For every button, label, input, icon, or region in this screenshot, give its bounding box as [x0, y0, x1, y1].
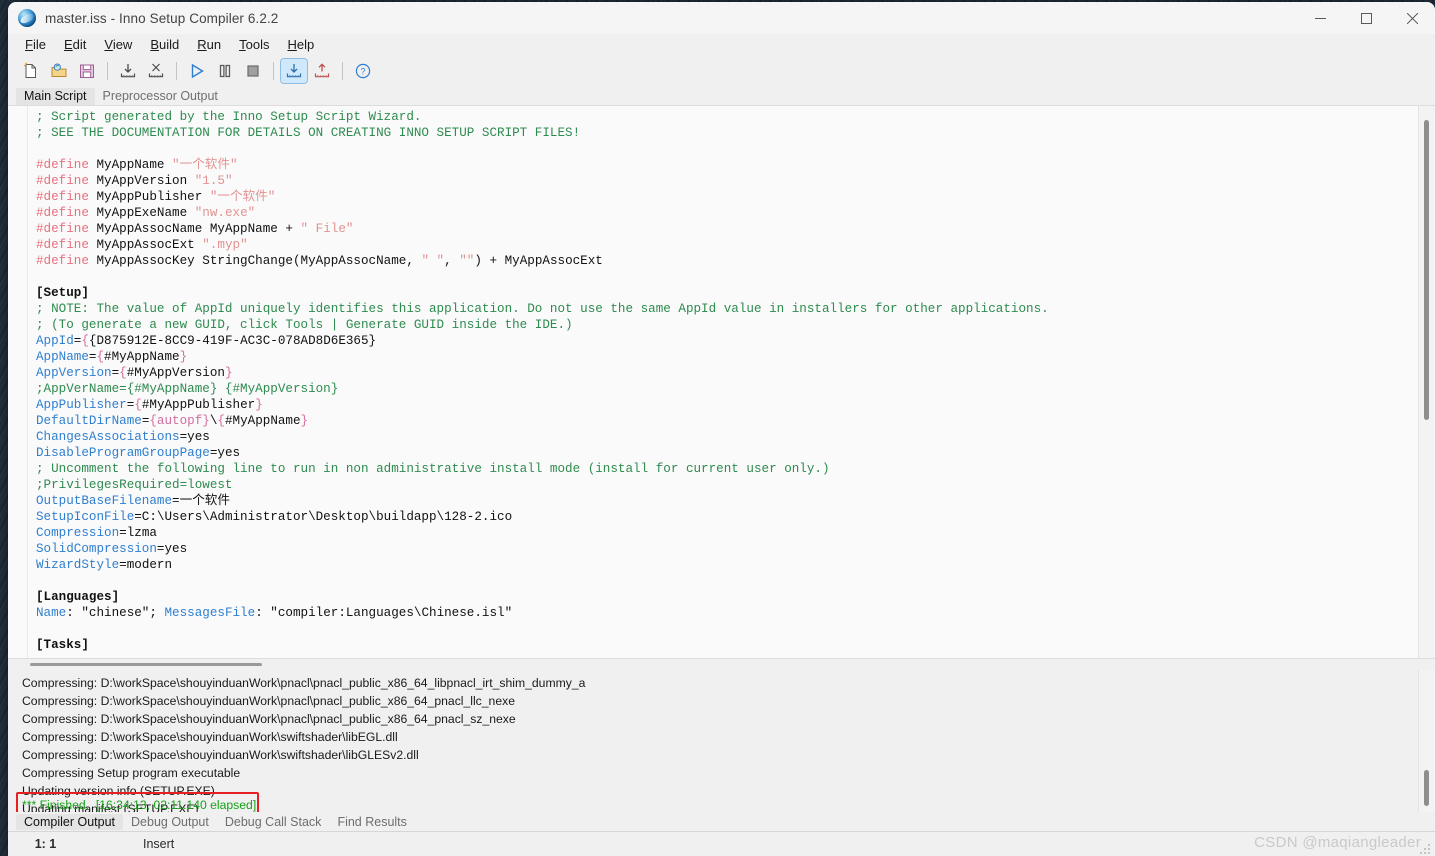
- menu-item-help[interactable]: Help: [278, 35, 323, 55]
- output-line: Compressing: D:\workSpace\shouyinduanWor…: [22, 748, 419, 762]
- stop-icon[interactable]: [240, 59, 266, 83]
- menu-bar: File Edit View Build Run Tools Help: [8, 34, 1435, 56]
- code-line: #define MyAppAssocName MyAppName + " Fil…: [36, 222, 354, 236]
- watermark-text: CSDN @maqiangleader: [1254, 834, 1421, 851]
- cursor-position: 1: 1: [34, 837, 57, 851]
- compiler-output-text: Compressing: D:\workSpace\shouyinduanWor…: [8, 670, 1435, 812]
- title-bar: master.iss - Inno Setup Compiler 6.2.2: [8, 2, 1435, 34]
- code-line: #define MyAppAssocExt ".myp": [36, 238, 248, 252]
- code-line: AppName={#MyAppName}: [36, 350, 188, 364]
- output-tab-debug-output[interactable]: Debug Output: [123, 814, 217, 830]
- output-tab-find-results[interactable]: Find Results: [329, 814, 414, 830]
- menu-item-tools[interactable]: Tools: [230, 35, 278, 55]
- code-line: [Languages]: [36, 590, 120, 604]
- window-controls: [1297, 2, 1435, 34]
- new-file-icon[interactable]: [18, 59, 44, 83]
- code-line: AppId={{D875912E-8CC9-419F-AC3C-078AD8D6…: [36, 334, 377, 348]
- editor-tab-preprocessor-output[interactable]: Preprocessor Output: [95, 88, 226, 105]
- menu-item-edit[interactable]: Edit: [55, 35, 95, 55]
- code-line: SolidCompression=yes: [36, 542, 188, 556]
- save-file-icon[interactable]: [74, 59, 100, 83]
- code-line: #define MyAppAssocKey StringChange(MyApp…: [36, 254, 603, 268]
- code-line: #define MyAppVersion "1.5": [36, 174, 233, 188]
- code-line: ; (To generate a new GUID, click Tools |…: [36, 318, 573, 332]
- output-line: Compressing: D:\workSpace\shouyinduanWor…: [22, 676, 586, 690]
- run-icon[interactable]: [184, 59, 210, 83]
- code-line: Compression=lzma: [36, 526, 157, 540]
- clear-icon[interactable]: [143, 59, 169, 83]
- code-line: ; Script generated by the Inno Setup Scr…: [36, 110, 422, 124]
- toolbar-separator: [342, 62, 343, 80]
- code-line: ; SEE THE DOCUMENTATION FOR DETAILS ON C…: [36, 126, 581, 140]
- menu-item-run[interactable]: Run: [188, 35, 230, 55]
- code-line: #define MyAppName "一个软件": [36, 158, 238, 172]
- editor-vertical-scrollbar[interactable]: [1418, 106, 1435, 658]
- output-vertical-scrollbar[interactable]: [1418, 670, 1435, 812]
- editor-code-area[interactable]: ; Script generated by the Inno Setup Scr…: [28, 106, 1435, 658]
- code-line: ; Uncomment the following line to run in…: [36, 462, 830, 476]
- script-editor[interactable]: ; Script generated by the Inno Setup Scr…: [8, 105, 1435, 658]
- toolbar-separator: [107, 62, 108, 80]
- close-icon[interactable]: [1389, 2, 1435, 34]
- code-line: Name: "chinese"; MessagesFile: "compiler…: [36, 606, 513, 620]
- output-tab-compiler-output[interactable]: Compiler Output: [16, 813, 124, 830]
- resize-grip-icon[interactable]: [1420, 842, 1432, 854]
- compiler-output-panel[interactable]: Compressing: D:\workSpace\shouyinduanWor…: [8, 670, 1435, 812]
- code-line: #define MyAppExeName "nw.exe": [36, 206, 256, 220]
- inno-setup-globe-icon: [18, 9, 36, 27]
- output-line: Compressing: D:\workSpace\shouyinduanWor…: [22, 730, 398, 744]
- code-line: OutputBaseFilename=一个软件: [36, 494, 230, 508]
- minimize-icon[interactable]: [1297, 2, 1343, 34]
- output-scrollbar-thumb[interactable]: [1424, 770, 1429, 806]
- code-line: AppPublisher={#MyAppPublisher}: [36, 398, 263, 412]
- compile-icon[interactable]: [280, 58, 308, 84]
- code-line: AppVersion={#MyAppVersion}: [36, 366, 233, 380]
- code-line: DisableProgramGroupPage=yes: [36, 446, 241, 460]
- maximize-icon[interactable]: [1343, 2, 1389, 34]
- menu-item-build[interactable]: Build: [141, 35, 188, 55]
- code-line: ;PrivilegesRequired=lowest: [36, 478, 233, 492]
- code-line: ;AppVerName={#MyAppName} {#MyAppVersion}: [36, 382, 339, 396]
- menu-item-view[interactable]: View: [95, 35, 141, 55]
- pause-icon[interactable]: [212, 59, 238, 83]
- code-line: ; NOTE: The value of AppId uniquely iden…: [36, 302, 1049, 316]
- panel-splitter[interactable]: [8, 658, 1435, 670]
- status-bar: 1: 1 Insert CSDN @maqiangleader: [8, 832, 1435, 856]
- output-line: Compressing: D:\workSpace\shouyinduanWor…: [22, 694, 515, 708]
- editor-scrollbar-thumb[interactable]: [1424, 120, 1429, 420]
- upload-icon[interactable]: [309, 59, 335, 83]
- code-line: DefaultDirName={autopf}\{#MyAppName}: [36, 414, 309, 428]
- splitter-grip[interactable]: [30, 663, 262, 666]
- insert-mode-indicator: Insert: [143, 837, 175, 851]
- output-tab-bar: Compiler Output Debug Output Debug Call St…: [8, 812, 1435, 832]
- help-icon[interactable]: ?: [350, 59, 376, 83]
- editor-tab-bar: Main Script Preprocessor Output: [8, 86, 1435, 105]
- code-line: WizardStyle=modern: [36, 558, 173, 572]
- toolbar-separator: [176, 62, 177, 80]
- window-title: master.iss - Inno Setup Compiler 6.2.2: [45, 10, 279, 26]
- editor-gutter: [8, 106, 28, 658]
- menu-item-file[interactable]: File: [16, 35, 55, 55]
- output-line: Compressing: D:\workSpace\shouyinduanWor…: [22, 712, 516, 726]
- toolbar-separator: [273, 62, 274, 80]
- code-line: [Tasks]: [36, 638, 89, 652]
- toolbar: ?: [8, 56, 1435, 86]
- code-line: ChangesAssociations=yes: [36, 430, 210, 444]
- finished-highlight-box: [16, 792, 259, 812]
- code-line: #define MyAppPublisher "一个软件": [36, 190, 276, 204]
- output-tab-debug-call-stack[interactable]: Debug Call Stack: [217, 814, 330, 830]
- svg-text:?: ?: [360, 66, 365, 76]
- editor-tab-main-script[interactable]: Main Script: [16, 88, 95, 105]
- open-file-icon[interactable]: [46, 59, 72, 83]
- application-window: master.iss - Inno Setup Compiler 6.2.2 F…: [8, 2, 1435, 856]
- code-line: [Setup]: [36, 286, 89, 300]
- import-icon[interactable]: [115, 59, 141, 83]
- code-line: SetupIconFile=C:\Users\Administrator\Des…: [36, 510, 513, 524]
- output-line: Compressing Setup program executable: [22, 766, 241, 780]
